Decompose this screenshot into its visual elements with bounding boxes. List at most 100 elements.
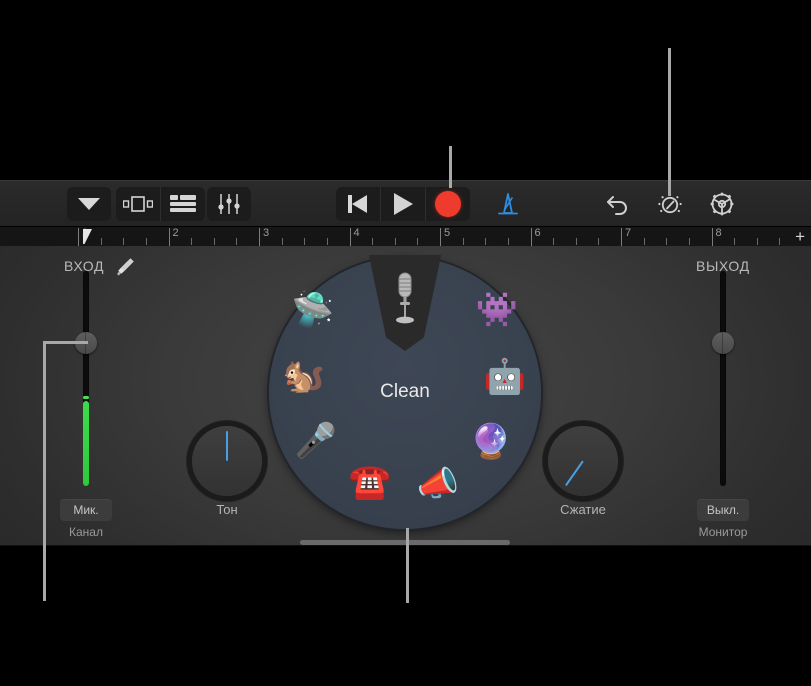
add-section-button[interactable]: + (795, 228, 805, 245)
play-button[interactable] (381, 187, 425, 221)
ruler-bar-number: 2 (172, 227, 179, 239)
ruler-bar-number: 8 (715, 227, 722, 239)
mixer-button[interactable] (207, 187, 251, 221)
tone-knob-label: Тон (216, 502, 238, 517)
monitor-button[interactable]: Выкл. (697, 499, 749, 521)
undo-icon (607, 196, 627, 215)
drag-handle[interactable] (300, 540, 510, 545)
compression-knob[interactable] (548, 426, 618, 496)
audio-jack-icon (117, 258, 134, 276)
callout-input-slider-horizontal (43, 341, 88, 344)
ruler-sub-tick (507, 238, 509, 245)
bubbles-icon[interactable]: 🔮 (469, 425, 513, 469)
tone-knob-indicator (226, 431, 228, 461)
output-level-track[interactable] (720, 271, 726, 486)
ruler-sub-tick (372, 238, 374, 245)
ruler-sub-tick (756, 238, 758, 245)
ruler-bar-tick (259, 228, 260, 246)
studio-microphone-icon (396, 272, 414, 324)
callout-input-slider-vertical (43, 341, 46, 601)
ruler-sub-tick (326, 238, 328, 245)
tracks-list-button[interactable] (161, 187, 205, 221)
browser-button[interactable] (67, 187, 111, 221)
ruler-bar-tick (530, 228, 532, 246)
track-view-button[interactable] (116, 187, 160, 221)
ruler-sub-tick (100, 238, 102, 245)
callout-wheel (406, 528, 409, 603)
ruler-sub-tick (643, 238, 645, 245)
screen: 12345678 + ВХОД Мик. Канал ВЫХОД Выкл. М… (0, 0, 811, 686)
ruler-bar-number: 7 (625, 227, 632, 239)
settings-gear-button[interactable] (700, 187, 744, 221)
ruler-sub-tick (394, 238, 396, 245)
input-level-meter (83, 401, 89, 486)
ruler-bar-tick (78, 228, 79, 246)
handheld-microphone-icon[interactable]: 🎤 (294, 424, 338, 468)
input-channel-label: Канал (69, 525, 103, 539)
track-view-icon (123, 196, 153, 212)
ruler-sub-tick (145, 238, 147, 245)
ruler-bar-tick (621, 228, 622, 246)
monitor-label: Монитор (698, 525, 748, 539)
callout-settings-knob (668, 48, 671, 196)
telephone-icon[interactable]: ☎️ (348, 465, 392, 509)
ruler-sub-tick (191, 238, 193, 245)
input-channel-button[interactable]: Мик. (60, 499, 112, 521)
robot-icon[interactable]: 🤖 (483, 360, 527, 404)
chipmunk-icon[interactable]: 🐿️ (282, 359, 326, 403)
record-icon (435, 191, 461, 217)
ruler-sub-tick (485, 238, 487, 245)
ruler-bar-tick (349, 228, 351, 246)
undo-button[interactable] (596, 187, 640, 221)
tone-knob-control[interactable]: Тон (192, 426, 262, 517)
megaphone-icon[interactable]: 📣 (416, 467, 460, 511)
ruler-sub-tick (462, 238, 464, 245)
ruler-sub-tick (304, 238, 306, 245)
ruler-ticks: 12345678 (78, 227, 783, 247)
ruler-bar-number: 4 (353, 227, 360, 239)
ruler-sub-tick (598, 238, 600, 245)
input-level-peak (83, 396, 89, 399)
view-toggle-group (116, 187, 205, 221)
ruler-bar-tick (440, 228, 441, 246)
ruler-sub-tick (779, 238, 781, 245)
mixer-faders-icon (218, 194, 240, 214)
browser-button-group (67, 187, 111, 221)
ruler-sub-tick (417, 238, 419, 245)
metronome-icon (498, 193, 518, 215)
ufo-icon[interactable]: 🛸 (291, 293, 335, 337)
top-letterbox (0, 0, 811, 180)
ruler-sub-tick (236, 238, 238, 245)
toolbar (0, 180, 811, 227)
ruler-sub-tick (553, 238, 555, 245)
rewind-button[interactable] (336, 187, 380, 221)
ruler-bar-tick (168, 228, 170, 246)
play-icon (393, 193, 413, 215)
tracks-list-icon (170, 195, 196, 212)
rewind-icon (348, 195, 368, 213)
ruler-bar-tick (711, 228, 713, 246)
compression-knob-label: Сжатие (560, 502, 606, 517)
tone-knob[interactable] (192, 426, 262, 496)
ruler-sub-tick (281, 238, 283, 245)
output-level-thumb[interactable] (712, 332, 734, 354)
ruler-sub-tick (734, 238, 736, 245)
effects-wheel[interactable]: Clean 🛸 👾 🤖 🔮 📣 ☎️ 🎤 🐿️ (269, 255, 541, 529)
timeline-ruler[interactable]: 12345678 + (0, 226, 811, 247)
ruler-sub-tick (666, 238, 668, 245)
ruler-sub-tick (575, 238, 577, 245)
ruler-bar-number: 6 (534, 227, 541, 239)
compression-knob-control[interactable]: Сжатие (548, 426, 618, 517)
ruler-bar-number: 5 (444, 227, 451, 239)
playhead-marker[interactable] (82, 228, 94, 245)
transport-group (336, 187, 470, 221)
mixer-button-group (207, 187, 251, 221)
callout-record-button (449, 146, 452, 188)
gear-icon (710, 192, 734, 216)
monster-icon[interactable]: 👾 (475, 293, 519, 337)
record-button[interactable] (426, 187, 470, 221)
ruler-sub-tick (688, 238, 690, 245)
chevron-down-icon (78, 198, 100, 210)
ruler-sub-tick (213, 238, 215, 245)
metronome-button[interactable] (486, 187, 530, 221)
